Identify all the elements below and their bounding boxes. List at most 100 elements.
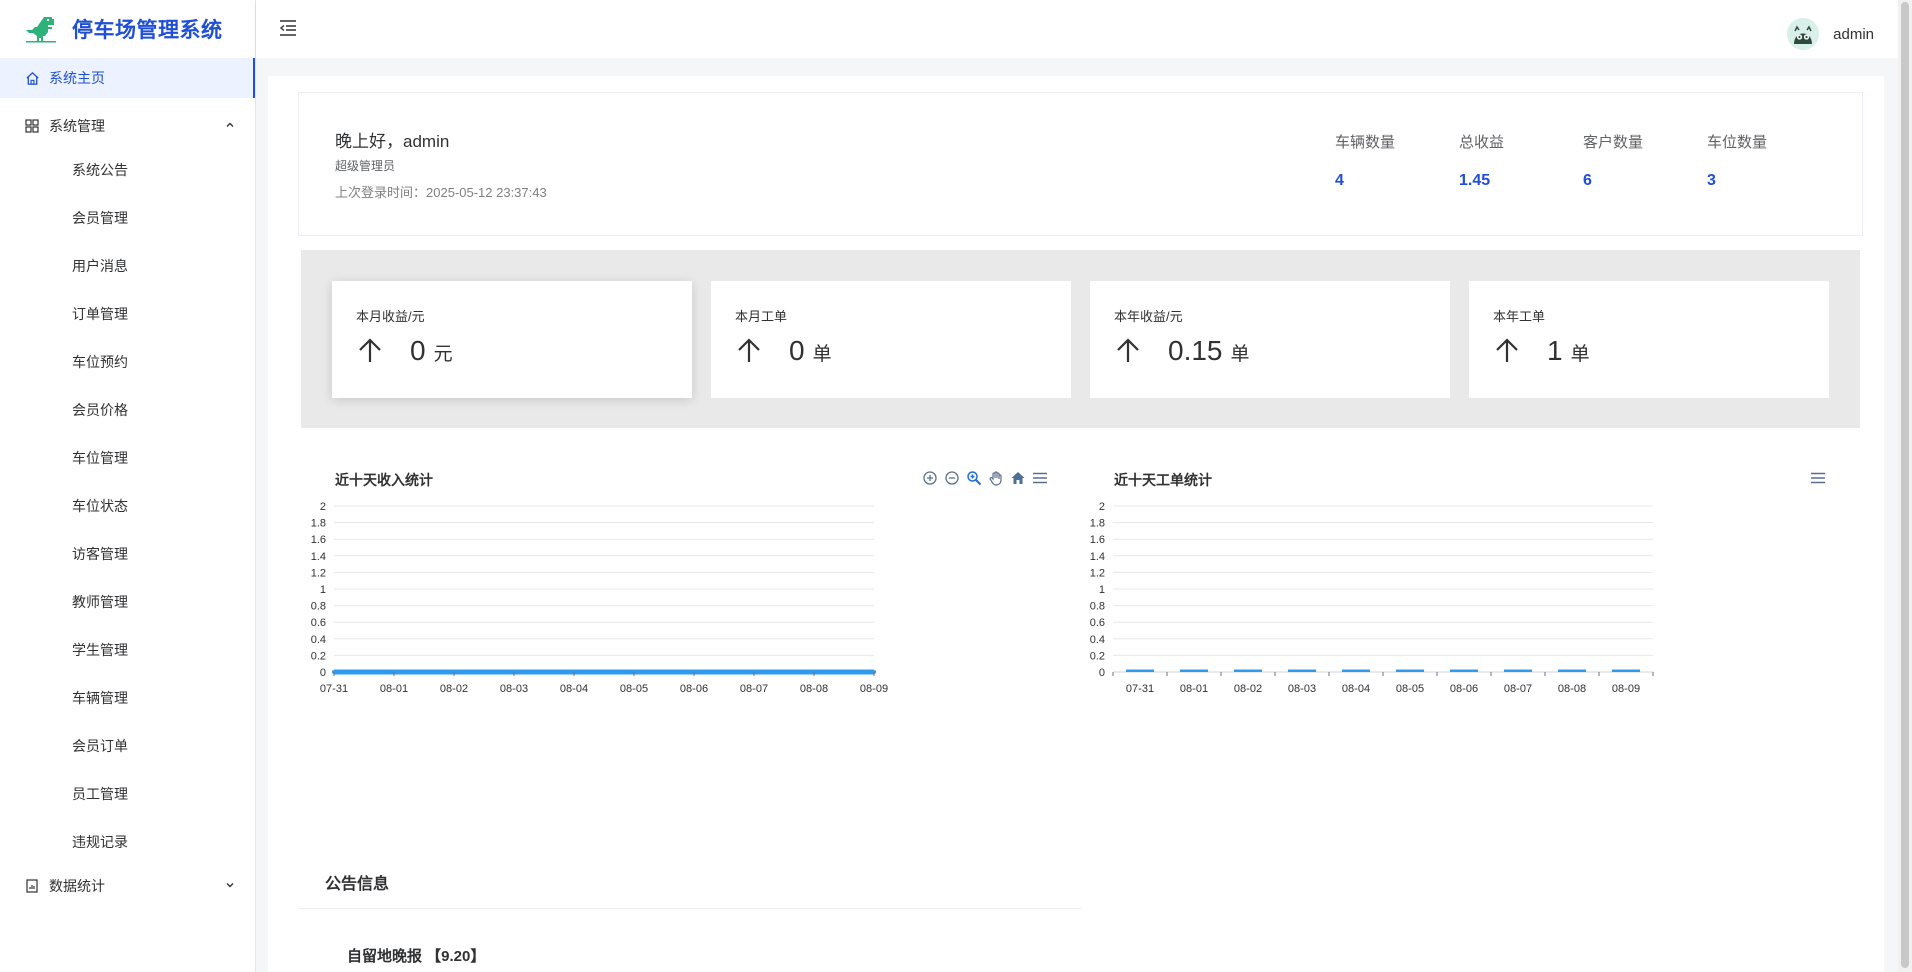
arrow-up-icon bbox=[359, 338, 381, 362]
x-tick-label: 08-06 bbox=[680, 683, 708, 695]
card-month-revenue[interactable]: 本月收益/元 0 元 bbox=[332, 281, 692, 398]
grid-icon bbox=[24, 118, 40, 134]
scrollbar-thumb[interactable] bbox=[1901, 2, 1909, 968]
chevron-up-icon bbox=[225, 120, 235, 133]
y-tick-label: 0.8 bbox=[311, 601, 326, 613]
app-title: 停车场管理系统 bbox=[72, 19, 223, 42]
avatar bbox=[1787, 18, 1820, 50]
x-tick-label: 08-04 bbox=[1342, 683, 1370, 695]
stat-label: 车辆数量 bbox=[1335, 134, 1396, 151]
app-root: 停车场管理系统 系统主页 系统管理 系统公告 会员管理 用户消息 订单管理 车位预约 会员… bbox=[0, 0, 1912, 972]
last-login-text: 上次登录时间：2025-05-12 23:37:43 bbox=[335, 185, 547, 200]
bar bbox=[1611, 669, 1641, 672]
card-value: 1 bbox=[1547, 335, 1563, 366]
dashboard-content: 晚上好，admin 超级管理员 上次登录时间：2025-05-12 23:37:… bbox=[268, 76, 1884, 972]
sidebar-item-home[interactable]: 系统主页 bbox=[0, 58, 255, 98]
y-tick-label: 0 bbox=[1099, 667, 1105, 679]
sidebar-group-label: 系统管理 bbox=[49, 118, 105, 134]
x-tick-label: 08-03 bbox=[1288, 683, 1316, 695]
card-title: 本月收益/元 bbox=[356, 309, 425, 324]
bar bbox=[1179, 669, 1209, 672]
y-tick-label: 2 bbox=[1099, 501, 1105, 513]
sidebar-subitem[interactable]: 违规记录 bbox=[0, 818, 255, 866]
sidebar-subitem[interactable]: 用户消息 bbox=[0, 242, 255, 290]
bar bbox=[1125, 669, 1155, 672]
card-month-orders[interactable]: 本月工单 0 单 bbox=[711, 281, 1071, 398]
main-area: 晚上好，admin 超级管理员 上次登录时间：2025-05-12 23:37:… bbox=[256, 58, 1898, 972]
zoom-out-icon[interactable] bbox=[943, 469, 961, 487]
income-line-chart: 0 0.2 0.4 0.6 0.8 1 1.2 1.4 1.6 1.8 2 07-31 08-01 08-… bbox=[311, 501, 888, 695]
menu-icon[interactable] bbox=[1809, 469, 1827, 487]
notice-title: 公告信息 bbox=[325, 876, 390, 893]
zoom-in-icon[interactable] bbox=[921, 469, 939, 487]
stat-label: 客户数量 bbox=[1583, 134, 1644, 151]
x-tick-label: 08-03 bbox=[500, 683, 528, 695]
y-tick-label: 1.8 bbox=[1090, 518, 1105, 530]
card-year-revenue[interactable]: 本年收益/元 0.15 单 bbox=[1090, 281, 1450, 398]
logo[interactable]: 停车场管理系统 bbox=[0, 0, 255, 58]
home-icon bbox=[24, 70, 40, 86]
y-tick-label: 1.6 bbox=[1090, 534, 1105, 546]
sidebar-group-system[interactable]: 系统管理 bbox=[0, 106, 255, 146]
y-tick-label: 0.2 bbox=[1090, 650, 1105, 662]
y-tick-label: 0.6 bbox=[1090, 617, 1105, 629]
sidebar-subitem[interactable]: 车位管理 bbox=[0, 434, 255, 482]
y-tick-label: 2 bbox=[320, 501, 326, 513]
menu-fold-icon[interactable] bbox=[278, 18, 298, 38]
sidebar-subitem[interactable]: 系统公告 bbox=[0, 146, 255, 194]
sidebar-subitem[interactable]: 访客管理 bbox=[0, 530, 255, 578]
stat-spaces: 车位数量 3 bbox=[1707, 131, 1817, 190]
bar bbox=[1449, 669, 1479, 672]
card-title: 本年收益/元 bbox=[1114, 309, 1183, 324]
bar bbox=[1395, 669, 1425, 672]
sidebar-subitem[interactable]: 员工管理 bbox=[0, 770, 255, 818]
bar bbox=[1557, 669, 1587, 672]
reset-home-icon[interactable] bbox=[1009, 469, 1027, 487]
orders-chart-title: 近十天工单统计 bbox=[1114, 472, 1212, 488]
sidebar-subitem[interactable]: 学生管理 bbox=[0, 626, 255, 674]
card-value: 0.15 bbox=[1168, 335, 1223, 366]
sidebar-subitem[interactable]: 教师管理 bbox=[0, 578, 255, 626]
sidebar-subitem[interactable]: 会员管理 bbox=[0, 194, 255, 242]
stat-value: 6 bbox=[1583, 172, 1592, 189]
y-tick-label: 1.6 bbox=[311, 534, 326, 546]
x-tick-label: 08-04 bbox=[560, 683, 588, 695]
income-chart-title: 近十天收入统计 bbox=[335, 472, 433, 488]
bar bbox=[1287, 669, 1317, 672]
y-tick-label: 0.2 bbox=[311, 650, 326, 662]
x-tick-label: 08-05 bbox=[620, 683, 648, 695]
page-scrollbar[interactable] bbox=[1898, 0, 1912, 972]
stat-customers: 客户数量 6 bbox=[1583, 131, 1693, 190]
x-tick-label: 08-06 bbox=[1450, 683, 1478, 695]
stat-revenue: 总收益 1.45 bbox=[1459, 131, 1569, 190]
notice-item[interactable]: 自留地晚报 【9.20】 bbox=[347, 945, 485, 966]
card-unit: 单 bbox=[812, 344, 832, 365]
y-tick-label: 1 bbox=[1099, 584, 1105, 596]
pan-icon[interactable] bbox=[987, 469, 1005, 487]
sidebar-subitem[interactable]: 车位预约 bbox=[0, 338, 255, 386]
y-tick-label: 0 bbox=[320, 667, 326, 679]
sidebar-subitem[interactable]: 订单管理 bbox=[0, 290, 255, 338]
income-chart-toolbox bbox=[921, 469, 1049, 487]
user-menu[interactable]: admin bbox=[1787, 18, 1874, 50]
sidebar-subitem[interactable]: 车辆管理 bbox=[0, 674, 255, 722]
sidebar-group-stats[interactable]: 数据统计 bbox=[0, 866, 255, 906]
x-tick-label: 08-01 bbox=[1180, 683, 1208, 695]
x-tick-label: 07-31 bbox=[1126, 683, 1154, 695]
report-icon bbox=[24, 878, 40, 894]
y-tick-label: 1.4 bbox=[311, 551, 326, 563]
x-tick-label: 08-05 bbox=[1396, 683, 1424, 695]
stat-label: 总收益 bbox=[1459, 134, 1505, 151]
magnify-icon[interactable] bbox=[965, 469, 983, 487]
y-tick-label: 0.4 bbox=[311, 634, 326, 646]
sidebar-subitem[interactable]: 会员订单 bbox=[0, 722, 255, 770]
sidebar-subitem[interactable]: 会员价格 bbox=[0, 386, 255, 434]
x-tick-label: 08-09 bbox=[1612, 683, 1640, 695]
username: admin bbox=[1833, 25, 1874, 43]
y-tick-label: 1.8 bbox=[311, 518, 326, 530]
sidebar-subitem[interactable]: 车位状态 bbox=[0, 482, 255, 530]
card-year-orders[interactable]: 本年工单 1 单 bbox=[1469, 281, 1829, 398]
y-tick-label: 1.2 bbox=[1090, 567, 1105, 579]
stat-vehicles: 车辆数量 4 bbox=[1335, 131, 1445, 190]
menu-icon[interactable] bbox=[1031, 469, 1049, 487]
